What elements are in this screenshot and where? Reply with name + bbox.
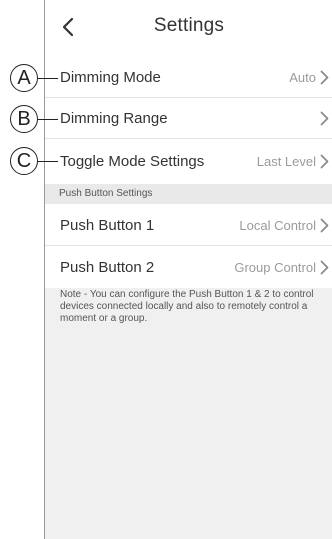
callout-a-circle: A (10, 64, 38, 92)
push-button-2-row[interactable]: Push Button 2 Group Control (45, 246, 332, 288)
dimming-mode-value: Auto (289, 70, 316, 85)
chevron-right-icon (320, 260, 329, 275)
dimming-range-label: Dimming Range (60, 110, 168, 127)
page-title: Settings (153, 15, 225, 36)
push-button-2-label: Push Button 2 (60, 258, 155, 276)
push-button-2-value: Group Control (234, 259, 316, 275)
callout-a-line (38, 78, 58, 79)
callout-c-circle: C (10, 147, 38, 175)
push-button-1-value: Local Control (239, 217, 316, 233)
push-button-1-label: Push Button 1 (60, 216, 155, 234)
toggle-mode-settings-value: Last Level (256, 154, 316, 169)
note-text: Note - You can configure the Push Button… (60, 289, 314, 324)
push-button-1-row[interactable]: Push Button 1 Local Control (45, 204, 332, 246)
dimming-mode-row[interactable]: Dimming Mode Auto (45, 57, 332, 98)
chevron-right-icon (320, 218, 329, 233)
callout-c-line (38, 161, 58, 162)
chevron-right-icon (320, 70, 329, 85)
chevron-right-icon (320, 154, 329, 169)
chevron-right-icon (320, 111, 329, 126)
dimming-range-row[interactable]: Dimming Range (45, 98, 332, 139)
push-button-settings-header: Push Button Settings (45, 184, 332, 204)
toggle-mode-settings-row[interactable]: Toggle Mode Settings Last Level (45, 139, 332, 184)
callout-b-circle: B (10, 105, 38, 133)
callout-b-line (38, 119, 58, 120)
dimming-mode-label: Dimming Mode (60, 69, 161, 86)
header: Settings (45, 0, 332, 57)
toggle-mode-settings-label: Toggle Mode Settings (60, 153, 205, 170)
settings-screen: Settings Dimming Mode Auto Dimming Range… (44, 0, 332, 539)
